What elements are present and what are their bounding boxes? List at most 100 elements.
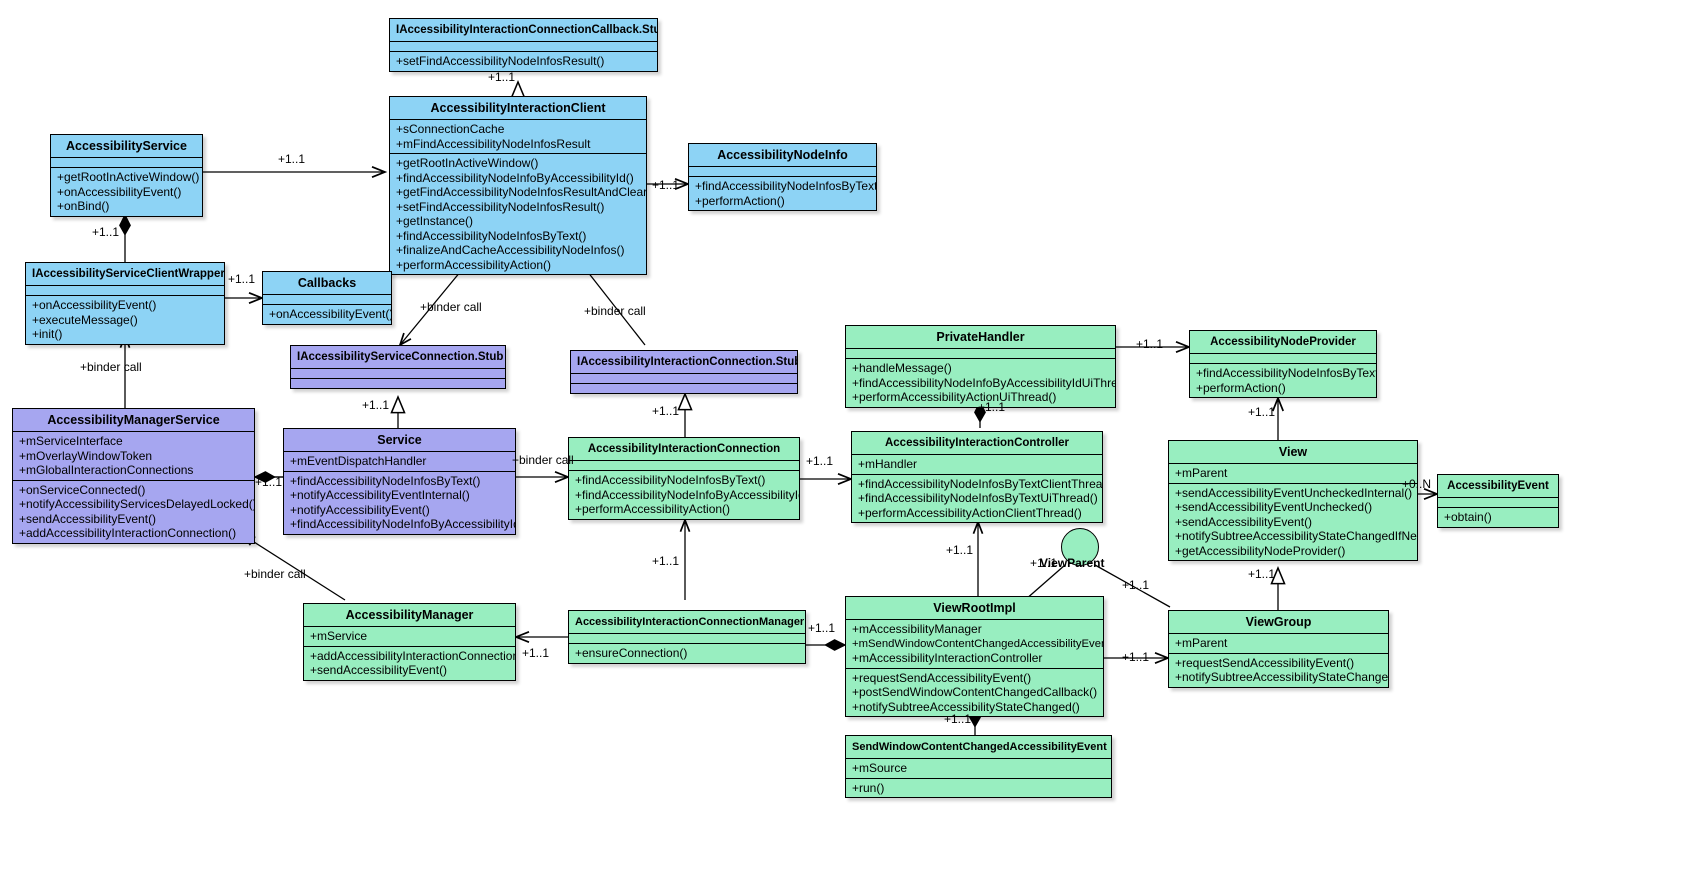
class-title: AccessibilityNodeProvider [1190,331,1376,353]
methods-compartment: +findAccessibilityNodeInfosByTextClientT… [852,475,1102,523]
method-row: +performAccessibilityActionClientThread(… [858,505,1082,520]
edge-binder-call-label: +binder call [512,453,574,467]
class-viewrootimpl[interactable]: ViewRootImpl +mAccessibilityManager +mSe… [845,596,1104,717]
class-callbacks[interactable]: Callbacks +onAccessibilityEvent() [262,271,392,325]
class-viewgroup[interactable]: ViewGroup +mParent +requestSendAccessibi… [1168,610,1389,688]
attribute-row: +mParent [1175,636,1228,650]
methods-compartment: +findAccessibilityNodeInfosByText() +per… [1190,364,1376,397]
method-row: +addAccessibilityInteractionConnection() [310,648,516,663]
method-row: +executeMessage() [32,312,138,327]
method-row: +notifySubtreeAccessibilityStateChangedI… [1175,529,1417,543]
class-accessibilitymanagerservice[interactable]: AccessibilityManagerService +mServiceInt… [12,408,255,544]
method-row: +init() [32,327,63,341]
class-title: ViewGroup [1169,611,1388,633]
method-row: +performAction() [1196,380,1286,395]
attribute-row: +mService [310,629,368,643]
methods-compartment [571,384,797,393]
method-row: +findAccessibilityNodeInfosByText() [290,473,481,488]
class-accessibilityinteractionconnectionmanager[interactable]: AccessibilityInteractionConnectionManage… [568,610,806,664]
attributes-compartment: +mParent [1169,634,1388,653]
method-row: +requestSendAccessibilityEvent() [852,670,1032,685]
edge-multiplicity-label: +1..1 [652,404,680,418]
class-accessibilityinteractioncontroller[interactable]: AccessibilityInteractionController +mHan… [851,431,1103,523]
class-title: ViewRootImpl [846,597,1103,619]
class-accessibilityevent[interactable]: AccessibilityEvent +obtain() [1437,474,1559,528]
method-row: +handleMessage() [852,361,952,375]
class-privatehandler[interactable]: PrivateHandler +handleMessage() +findAcc… [845,325,1116,408]
class-title: Callbacks [263,272,391,294]
class-view[interactable]: View +mParent +sendAccessibilityEventUnc… [1168,440,1418,561]
class-title: AccessibilityManager [304,604,515,626]
class-title: AccessibilityInteractionConnection [569,438,799,460]
method-row: +findAccessibilityNodeInfoByAccessibilit… [396,170,634,185]
method-row: +getAccessibilityNodeProvider() [1175,543,1346,558]
attribute-row: +mSendWindowContentChangedAccessibilityE… [852,637,1104,650]
class-title: AccessibilityInteractionConnectionManage… [569,611,805,633]
class-title: View [1169,441,1417,463]
attributes-compartment [569,634,805,643]
method-row: +sendAccessibilityEventUnchecked() [1175,500,1373,514]
edge-multiplicity-label: +1..1 [806,454,834,468]
attribute-row: +sConnectionCache [396,122,505,136]
attributes-compartment [263,295,391,304]
method-row: +obtain() [1444,510,1492,524]
class-iaccessibilityinteractionconnectioncallback-stub[interactable]: IAccessibilityInteractionConnectionCallb… [389,18,658,72]
method-row: +findAccessibilityNodeInfosByText() [396,228,587,243]
class-accessibilityservice[interactable]: AccessibilityService +getRootInActiveWin… [50,134,203,217]
method-row: +getInstance() [396,214,474,228]
methods-compartment: +findAccessibilityNodeInfosByText() +not… [284,472,515,534]
methods-compartment: +onAccessibilityEvent() +executeMessage(… [26,296,224,344]
attributes-compartment [569,461,799,470]
methods-compartment: +sendAccessibilityEventUncheckedInternal… [1169,484,1417,561]
methods-compartment: +setFindAccessibilityNodeInfosResult() [390,52,657,71]
class-service[interactable]: Service +mEventDispatchHandler +findAcce… [283,428,516,535]
attribute-row: +mSource [852,761,908,775]
edge-multiplicity-label: +1..1 [362,398,390,412]
method-row: +onBind() [57,199,110,213]
method-row: +notifyAccessibilityEvent() [290,502,430,517]
edge-multiplicity-label: +0..N [1402,477,1432,491]
class-accessibilitynodeinfo[interactable]: AccessibilityNodeInfo +findAccessibility… [688,143,877,211]
attribute-row: +mParent [1175,466,1228,480]
edge-multiplicity-label: +1..1 [1136,337,1164,351]
class-sendwindowcontentchangedaccessibilityevent[interactable]: SendWindowContentChangedAccessibilityEve… [845,735,1112,798]
class-title: AccessibilityNodeInfo [689,144,876,166]
class-accessibilitymanager[interactable]: AccessibilityManager +mService +addAcces… [303,603,516,681]
method-row: +notifyAccessibilityServicesDelayedLocke… [19,497,255,511]
class-iaccessibilityinteractionconnection-stub[interactable]: IAccessibilityInteractionConnection.Stub [570,350,798,394]
attribute-row: +mEventDispatchHandler [290,454,427,468]
class-accessibilityinteractionconnection[interactable]: AccessibilityInteractionConnection +find… [568,437,800,520]
attributes-compartment [1190,354,1376,363]
method-row: +findAccessibilityNodeInfoByAccessibilit… [575,487,800,502]
edge-multiplicity-label: +1..1 [488,70,516,84]
method-row: +onServiceConnected() [19,482,146,497]
attribute-row: +mAccessibilityInteractionController [852,651,1043,665]
class-iaccessibilityserviceclientwrapper[interactable]: IAccessibilityServiceClientWrapper +onAc… [25,262,225,345]
method-row: +onAccessibilityEvent() [269,307,392,321]
edge-multiplicity-label: +1..1 [92,225,120,239]
method-row: +findAccessibilityNodeInfosByText() [695,179,877,193]
class-iaccessibilityserviceconnection-stub[interactable]: IAccessibilityServiceConnection.Stub [290,345,506,389]
attributes-compartment: +mServiceInterface +mOverlayWindowToken … [13,432,254,480]
method-row: +setFindAccessibilityNodeInfosResult() [396,54,605,68]
method-row: +findAccessibilityNodeInfosByTextClientT… [858,476,1103,491]
class-accessibilitynodeprovider[interactable]: AccessibilityNodeProvider +findAccessibi… [1189,330,1377,398]
method-row: +findAccessibilityNodeInfosByText() [1196,366,1377,380]
attributes-compartment: +mSource [846,759,1111,778]
attribute-row: +mGlobalInteractionConnections [19,463,194,477]
method-row: +findAccessibilityNodeInfoByAccessibilit… [290,517,516,531]
edge-multiplicity-label: +1..1 [522,646,550,660]
edge-binder-call-label: +binder call [584,304,646,318]
class-accessibilityinteractionclient[interactable]: AccessibilityInteractionClient +sConnect… [389,96,647,275]
attributes-compartment: +mHandler [852,455,1102,474]
attribute-row: +mAccessibilityManager [852,622,982,636]
edge-binder-call-label: +binder call [420,300,482,314]
attributes-compartment [571,374,797,383]
method-row: +sendAccessibilityEventUncheckedInternal… [1175,485,1413,500]
method-row: +findAccessibilityNodeInfosByText() [575,473,766,487]
edge-binder-call-label: +binder call [244,567,306,581]
class-title: AccessibilityManagerService [13,409,254,431]
method-row: +getRootInActiveWindow() [396,156,539,170]
methods-compartment: +onServiceConnected() +notifyAccessibili… [13,481,254,543]
edge-binder-call-label: +binder call [80,360,142,374]
